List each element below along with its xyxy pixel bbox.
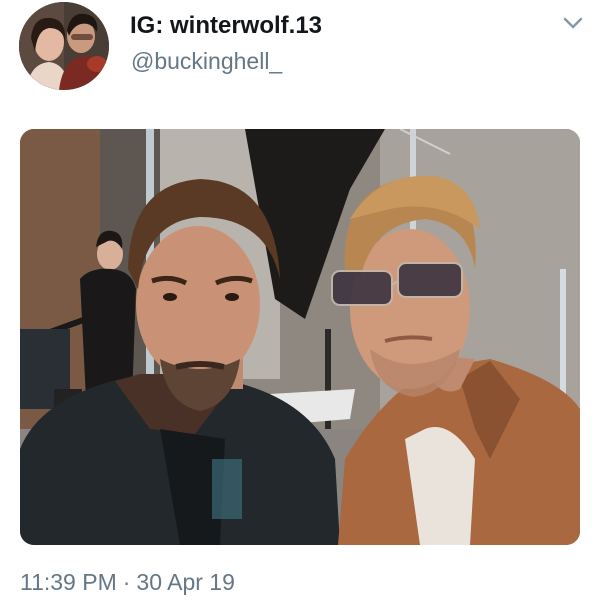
timestamp-separator: ·	[122, 569, 131, 595]
tweet-date: 30 Apr 19	[136, 569, 235, 595]
display-name[interactable]: IG: winterwolf.13	[130, 12, 322, 40]
user-handle[interactable]: @buckinghell_	[131, 48, 282, 75]
avatar[interactable]	[19, 2, 109, 90]
tweet-menu-button[interactable]	[560, 10, 586, 36]
chevron-down-icon	[563, 17, 583, 29]
tweet-photo[interactable]	[20, 129, 580, 545]
tweet: IG: winterwolf.13 @buckinghell_ 11:39 PM…	[0, 0, 600, 600]
tweet-time: 11:39 PM	[20, 569, 117, 595]
tweet-timestamp[interactable]: 11:39 PM · 30 Apr 19	[20, 569, 235, 596]
selfie-image	[20, 129, 580, 545]
avatar-photo	[19, 2, 109, 90]
